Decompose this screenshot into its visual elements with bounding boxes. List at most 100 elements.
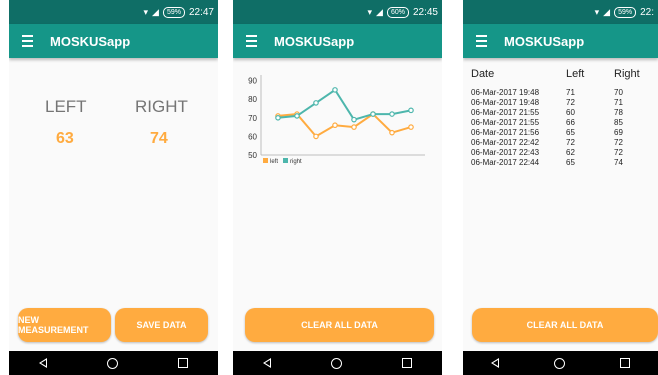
cell-left: 72 <box>566 138 575 147</box>
y-tick-label: 90 <box>248 77 257 86</box>
y-tick-label: 50 <box>248 151 257 160</box>
right-value: 74 <box>150 130 168 147</box>
column-header-date: Date <box>471 68 495 80</box>
cell-left: 71 <box>566 88 575 97</box>
line-chart: 50 60 70 80 90 left right <box>248 75 425 165</box>
cell-right: 74 <box>614 158 623 167</box>
status-bar: ▾ ◢ 59% 22: <box>463 0 658 24</box>
data-point-left <box>351 124 357 130</box>
chart-screen: ▾ ◢ 60% 22:45 MOSKUSapp 50 60 70 80 90 left ri… <box>233 0 442 375</box>
cell-date: 06-Mar-2017 22:42 <box>471 138 540 147</box>
legend-label-left: left <box>270 159 278 165</box>
cell-date: 06-Mar-2017 21:55 <box>471 118 540 127</box>
history-screen: ▾ ◢ 59% 22: MOSKUSapp Date Left Right 06… <box>463 0 658 375</box>
clock: 22:47 <box>188 6 214 18</box>
data-point-right <box>370 111 376 117</box>
left-label: LEFT <box>45 97 87 116</box>
clear-all-data-button[interactable]: CLEAR ALL DATA <box>472 308 658 342</box>
battery-indicator: 60% <box>386 6 409 18</box>
cell-date: 06-Mar-2017 22:43 <box>471 148 540 157</box>
y-tick-label: 70 <box>248 114 257 123</box>
app-title: MOSKUSapp <box>50 33 131 49</box>
data-point-left <box>332 122 338 129</box>
table-body: 06-Mar-2017 19:48 71 70 06-Mar-2017 19:48 7… <box>471 88 658 168</box>
data-point-right <box>332 87 338 93</box>
table-row: 06-Mar-2017 22:43 62 72 <box>471 148 658 158</box>
nav-bar <box>9 351 218 375</box>
data-point-right <box>313 100 319 106</box>
cell-left: 66 <box>566 118 575 127</box>
save-data-button[interactable]: SAVE DATA <box>115 308 208 342</box>
clock: 22:45 <box>412 6 438 18</box>
back-icon[interactable] <box>263 358 271 368</box>
cell-left: 65 <box>566 128 575 137</box>
home-icon[interactable] <box>107 357 118 369</box>
app-bar: MOSKUSapp <box>463 24 658 58</box>
column-header-right: Right <box>614 68 640 80</box>
table-row: 06-Mar-2017 22:44 65 74 <box>471 158 658 168</box>
cell-left: 62 <box>566 148 575 157</box>
back-icon[interactable] <box>490 358 499 368</box>
menu-icon[interactable] <box>12 35 42 47</box>
left-value: 63 <box>56 130 74 147</box>
cell-date: 06-Mar-2017 21:56 <box>471 128 540 137</box>
data-point-left <box>408 124 414 130</box>
app-title: MOSKUSapp <box>274 33 355 49</box>
menu-icon[interactable] <box>236 35 266 47</box>
nav-bar <box>233 351 442 375</box>
clear-all-data-button[interactable]: CLEAR ALL DATA <box>245 308 434 342</box>
cell-right: 70 <box>614 88 623 97</box>
new-measurement-button[interactable]: NEW MEASUREMENT <box>18 308 111 342</box>
status-bar: ▾ ◢ 59% 22:47 <box>9 0 218 24</box>
data-point-right <box>275 114 281 121</box>
y-tick-label: 60 <box>248 132 257 141</box>
data-point-right <box>351 116 357 123</box>
cell-left: 60 <box>566 108 575 117</box>
app-bar: MOSKUSapp <box>9 24 218 58</box>
data-point-right <box>408 107 414 114</box>
back-icon[interactable] <box>39 358 47 368</box>
data-point-right <box>294 113 300 119</box>
table-row: 06-Mar-2017 21:56 65 69 <box>471 128 658 138</box>
cell-right: 71 <box>614 98 623 107</box>
cell-right: 78 <box>614 108 623 117</box>
recents-icon[interactable] <box>620 358 631 368</box>
home-icon[interactable] <box>553 357 565 369</box>
signal-icon: ◢ <box>376 6 383 17</box>
battery-indicator: 59% <box>162 6 185 18</box>
signal-icon: ◢ <box>152 6 159 17</box>
wifi-icon: ▾ <box>143 6 149 17</box>
cell-right: 72 <box>614 138 623 147</box>
menu-icon[interactable] <box>466 35 496 47</box>
table-row: 06-Mar-2017 19:48 72 71 <box>471 98 658 108</box>
wifi-icon: ▾ <box>367 6 373 17</box>
data-point-left <box>389 129 395 136</box>
status-bar: ▾ ◢ 60% 22:45 <box>233 0 442 24</box>
nav-bar <box>463 351 658 375</box>
battery-indicator: 59% <box>614 6 637 18</box>
data-point-left <box>313 133 319 140</box>
column-header-left: Left <box>566 68 585 80</box>
cell-date: 06-Mar-2017 19:48 <box>471 98 540 107</box>
cell-right: 72 <box>614 148 623 157</box>
app-bar: MOSKUSapp <box>233 24 442 58</box>
legend-label-right: right <box>290 159 302 165</box>
data-point-right <box>389 111 395 117</box>
recents-icon[interactable] <box>178 358 188 368</box>
cell-date: 06-Mar-2017 19:48 <box>471 88 540 97</box>
app-title: MOSKUSapp <box>504 33 585 49</box>
wifi-icon: ▾ <box>594 6 600 17</box>
legend-swatch-right <box>283 158 288 163</box>
y-tick-label: 80 <box>248 95 257 104</box>
home-icon[interactable] <box>331 357 342 369</box>
measurement-screen: ▾ ◢ 59% 22:47 MOSKUSapp LEFT RIGHT 63 74… <box>9 0 218 375</box>
cell-date: 06-Mar-2017 21:55 <box>471 108 540 117</box>
table-row: 06-Mar-2017 21:55 60 78 <box>471 108 658 118</box>
cell-right: 69 <box>614 128 623 137</box>
cell-date: 06-Mar-2017 22:44 <box>471 158 540 167</box>
table-row: 06-Mar-2017 21:55 66 85 <box>471 118 658 128</box>
legend-swatch-left <box>263 158 268 163</box>
recents-icon[interactable] <box>402 358 412 368</box>
signal-icon: ◢ <box>603 6 611 17</box>
cell-left: 72 <box>566 98 575 107</box>
